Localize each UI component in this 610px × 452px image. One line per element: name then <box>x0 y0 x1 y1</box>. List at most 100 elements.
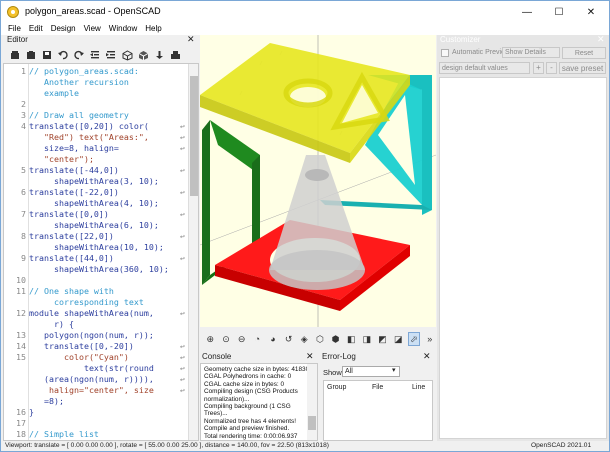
maximize-button[interactable]: ☐ <box>543 1 575 23</box>
open-file-icon[interactable] <box>25 49 37 61</box>
customizer-close-button[interactable]: ✕ <box>597 34 605 45</box>
indent-icon[interactable] <box>105 49 117 61</box>
menu-design[interactable]: Design <box>48 23 81 35</box>
view-back-icon[interactable]: ◩ <box>376 332 389 346</box>
code-line: 11// One shape with <box>4 286 186 297</box>
export-stl-icon[interactable] <box>153 49 165 61</box>
minimize-button[interactable]: — <box>511 1 543 23</box>
editor-scrollbar[interactable] <box>188 64 198 440</box>
magnify-icon[interactable]: ◔ <box>251 332 264 346</box>
view-top-icon[interactable]: ⬡ <box>314 332 327 346</box>
line-number: 17 <box>16 418 26 428</box>
code-line: size=8, halign= ↩ <box>4 143 186 154</box>
error-log-header: Error-Log ✕ <box>319 351 436 363</box>
column-line[interactable]: Line <box>412 384 425 391</box>
console-line: Total rendering time: 0:00:06.937 <box>204 432 298 440</box>
version-label: OpenSCAD 2021.01 <box>531 442 592 449</box>
code-text: (area(ngon(num, r)))), <box>29 374 154 384</box>
code-text: Another recursion <box>29 77 129 87</box>
more-icon[interactable]: » <box>423 332 436 346</box>
column-group[interactable]: Group <box>327 384 346 391</box>
menu-bar: File Edit Design View Window Help <box>1 23 609 35</box>
error-log-close-button[interactable]: ✕ <box>423 351 431 362</box>
code-line: 12 module shapeWithArea(num, ↩ <box>4 308 186 319</box>
status-bar: Viewport: translate = [ 0.00 0.00 0.00 ]… <box>1 441 609 451</box>
wrap-indicator-icon: ↩ <box>180 309 185 318</box>
error-log-table[interactable]: Group File Line <box>323 380 433 441</box>
add-preset-button[interactable]: + <box>533 62 544 74</box>
line-number: 14 <box>16 341 26 351</box>
code-line: 7 translate([0,0]) ↩ <box>4 209 186 220</box>
menu-window[interactable]: Window <box>106 23 142 35</box>
code-text: text(str(round <box>29 363 154 373</box>
code-text: translate([-44,0]) <box>29 165 119 175</box>
zoom-in-icon[interactable]: ⊙ <box>220 332 233 346</box>
editor-close-button[interactable]: ✕ <box>187 34 195 45</box>
wrap-indicator-icon: ↩ <box>180 232 185 241</box>
console-line: Compiling design (CSG Products <box>204 388 298 396</box>
code-text: polygon(ngon(num, r)); <box>29 330 154 340</box>
preview-icon[interactable] <box>121 49 133 61</box>
code-text: translate([0,-20]) <box>29 341 134 351</box>
unindent-icon[interactable] <box>89 49 101 61</box>
customizer-header: Customizer ✕ <box>438 34 608 46</box>
remove-preset-button[interactable]: - <box>546 62 557 74</box>
reset-button[interactable]: Reset <box>562 47 606 59</box>
new-file-icon[interactable] <box>9 49 21 61</box>
line-number: 15 <box>16 352 26 362</box>
code-line: 10 <box>4 275 186 286</box>
reset-view-icon[interactable]: ↺ <box>282 332 295 346</box>
menu-edit[interactable]: Edit <box>26 23 48 35</box>
view-front-icon[interactable]: ◨ <box>361 332 374 346</box>
menu-view[interactable]: View <box>81 23 106 35</box>
view-bottom-icon[interactable]: ⬢ <box>329 332 342 346</box>
code-editor[interactable]: 1// polygon_areas.scad: Another recursio… <box>3 63 199 441</box>
render-icon[interactable] <box>137 49 149 61</box>
window-title: polygon_areas.scad - OpenSCAD <box>25 6 161 16</box>
wrap-indicator-icon: ↩ <box>180 342 185 351</box>
send-to-print-icon[interactable] <box>169 49 181 61</box>
code-line: shapeWithArea(360, 10); <box>4 264 186 275</box>
perspective-icon[interactable]: ⬀ <box>407 332 421 346</box>
code-line: 6 translate([-22,0]) ↩ <box>4 187 186 198</box>
undo-icon[interactable] <box>57 49 69 61</box>
menu-help[interactable]: Help <box>142 23 166 35</box>
save-file-icon[interactable] <box>41 49 53 61</box>
code-line: corresponding text <box>4 297 186 308</box>
zoom-out-icon[interactable]: ⊖ <box>235 332 248 346</box>
view-right-icon[interactable]: ◈ <box>298 332 311 346</box>
editor-scrollbar-thumb[interactable] <box>190 76 198 196</box>
redo-icon[interactable] <box>73 49 85 61</box>
code-line: r) { <box>4 319 186 330</box>
code-text: translate([0,0]) <box>29 209 109 219</box>
code-text: // Draw all geometry <box>29 110 129 120</box>
preset-select[interactable]: design default values <box>439 62 530 74</box>
console-output[interactable]: Geometry cache size in bytes: 418304 CGAL… <box>200 363 318 441</box>
column-file[interactable]: File <box>372 384 383 391</box>
code-text: "center"); <box>29 154 94 164</box>
view-diagonal-icon[interactable]: ◪ <box>392 332 405 346</box>
console-close-button[interactable]: ✕ <box>306 351 314 362</box>
code-line: 9 translate([44,0]) ↩ <box>4 253 186 264</box>
automatic-preview-checkbox[interactable] <box>441 49 449 57</box>
zoom-all-icon[interactable]: ⊕ <box>204 332 217 346</box>
code-text: shapeWithArea(6, 10); <box>29 220 159 230</box>
line-number: 6 <box>21 187 26 197</box>
code-line: 4 translate([0,20]) color(↩ <box>4 121 186 132</box>
wrap-indicator-icon: ↩ <box>180 133 185 142</box>
code-line: 14 translate([0,-20]) ↩ <box>4 341 186 352</box>
console-scrollbar[interactable] <box>307 364 317 440</box>
zoom-fit-icon[interactable]: ◕ <box>267 332 280 346</box>
show-details-select[interactable]: Show Details <box>502 47 560 58</box>
code-text: // Simple list <box>29 429 99 439</box>
console-scrollbar-thumb[interactable] <box>308 416 316 430</box>
view-left-icon[interactable]: ◧ <box>345 332 358 346</box>
code-line: "Red") text("Areas:", ↩ <box>4 132 186 143</box>
save-preset-button[interactable]: save preset <box>559 62 606 74</box>
close-window-button[interactable]: ✕ <box>575 1 607 23</box>
line-number: 4 <box>21 121 26 131</box>
menu-file[interactable]: File <box>5 23 26 35</box>
grey-cone <box>269 155 365 290</box>
wrap-indicator-icon: ↩ <box>180 188 185 197</box>
3d-viewport[interactable] <box>200 35 436 327</box>
